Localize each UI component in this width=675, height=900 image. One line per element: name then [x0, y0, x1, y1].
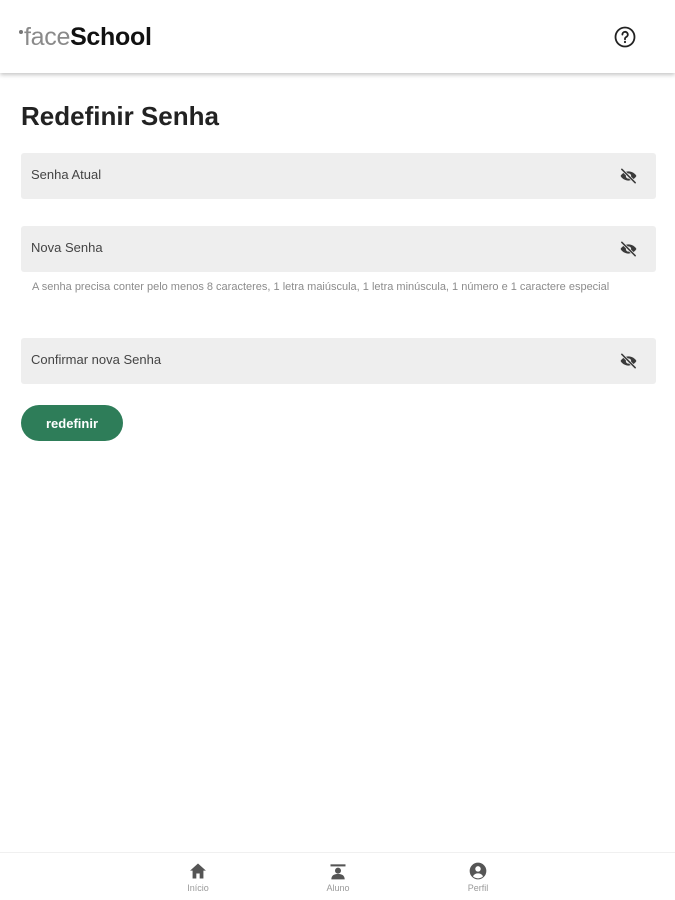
app-root: faceSchool Redefinir Senha Senha Atual N… [0, 0, 675, 900]
current-password-field[interactable]: Senha Atual [21, 153, 656, 199]
nav-label-aluno: Aluno [326, 883, 350, 893]
nav-item-aluno[interactable]: Aluno [308, 861, 368, 899]
current-password-label: Senha Atual [31, 167, 102, 182]
help-button[interactable] [613, 25, 637, 49]
bottom-navigation: Início Aluno Perfil [0, 852, 675, 900]
student-icon [330, 864, 346, 880]
logo-dot [19, 30, 23, 34]
eye-off-icon [620, 353, 637, 369]
redefinir-button[interactable]: redefinir [21, 405, 123, 441]
nav-item-inicio[interactable]: Início [168, 861, 228, 899]
faceschool-logo[interactable]: faceSchool [19, 22, 152, 52]
toggle-visibility-button[interactable] [618, 166, 639, 186]
eye-off-icon [620, 168, 637, 184]
confirm-password-label: Confirmar nova Senha [31, 352, 162, 367]
new-password-field[interactable]: Nova Senha [21, 226, 656, 272]
logo-text-light: face [24, 23, 71, 51]
nav-label-inicio: Início [187, 883, 209, 893]
nav-label-perfil: Perfil [467, 883, 489, 893]
help-circle-icon [614, 26, 636, 48]
home-icon [190, 863, 206, 879]
password-hint: A senha precisa conter pelo menos 8 cara… [32, 281, 610, 293]
confirm-password-field[interactable]: Confirmar nova Senha [21, 338, 656, 384]
eye-off-icon [620, 241, 637, 257]
nav-item-perfil[interactable]: Perfil [448, 861, 508, 899]
page-title: Redefinir Senha [21, 101, 219, 131]
top-header: faceSchool [0, 0, 675, 73]
toggle-visibility-button[interactable] [618, 351, 639, 371]
new-password-label: Nova Senha [31, 240, 103, 255]
toggle-visibility-button[interactable] [618, 239, 639, 259]
profile-icon [469, 862, 487, 880]
logo-text-bold: School [70, 23, 152, 51]
